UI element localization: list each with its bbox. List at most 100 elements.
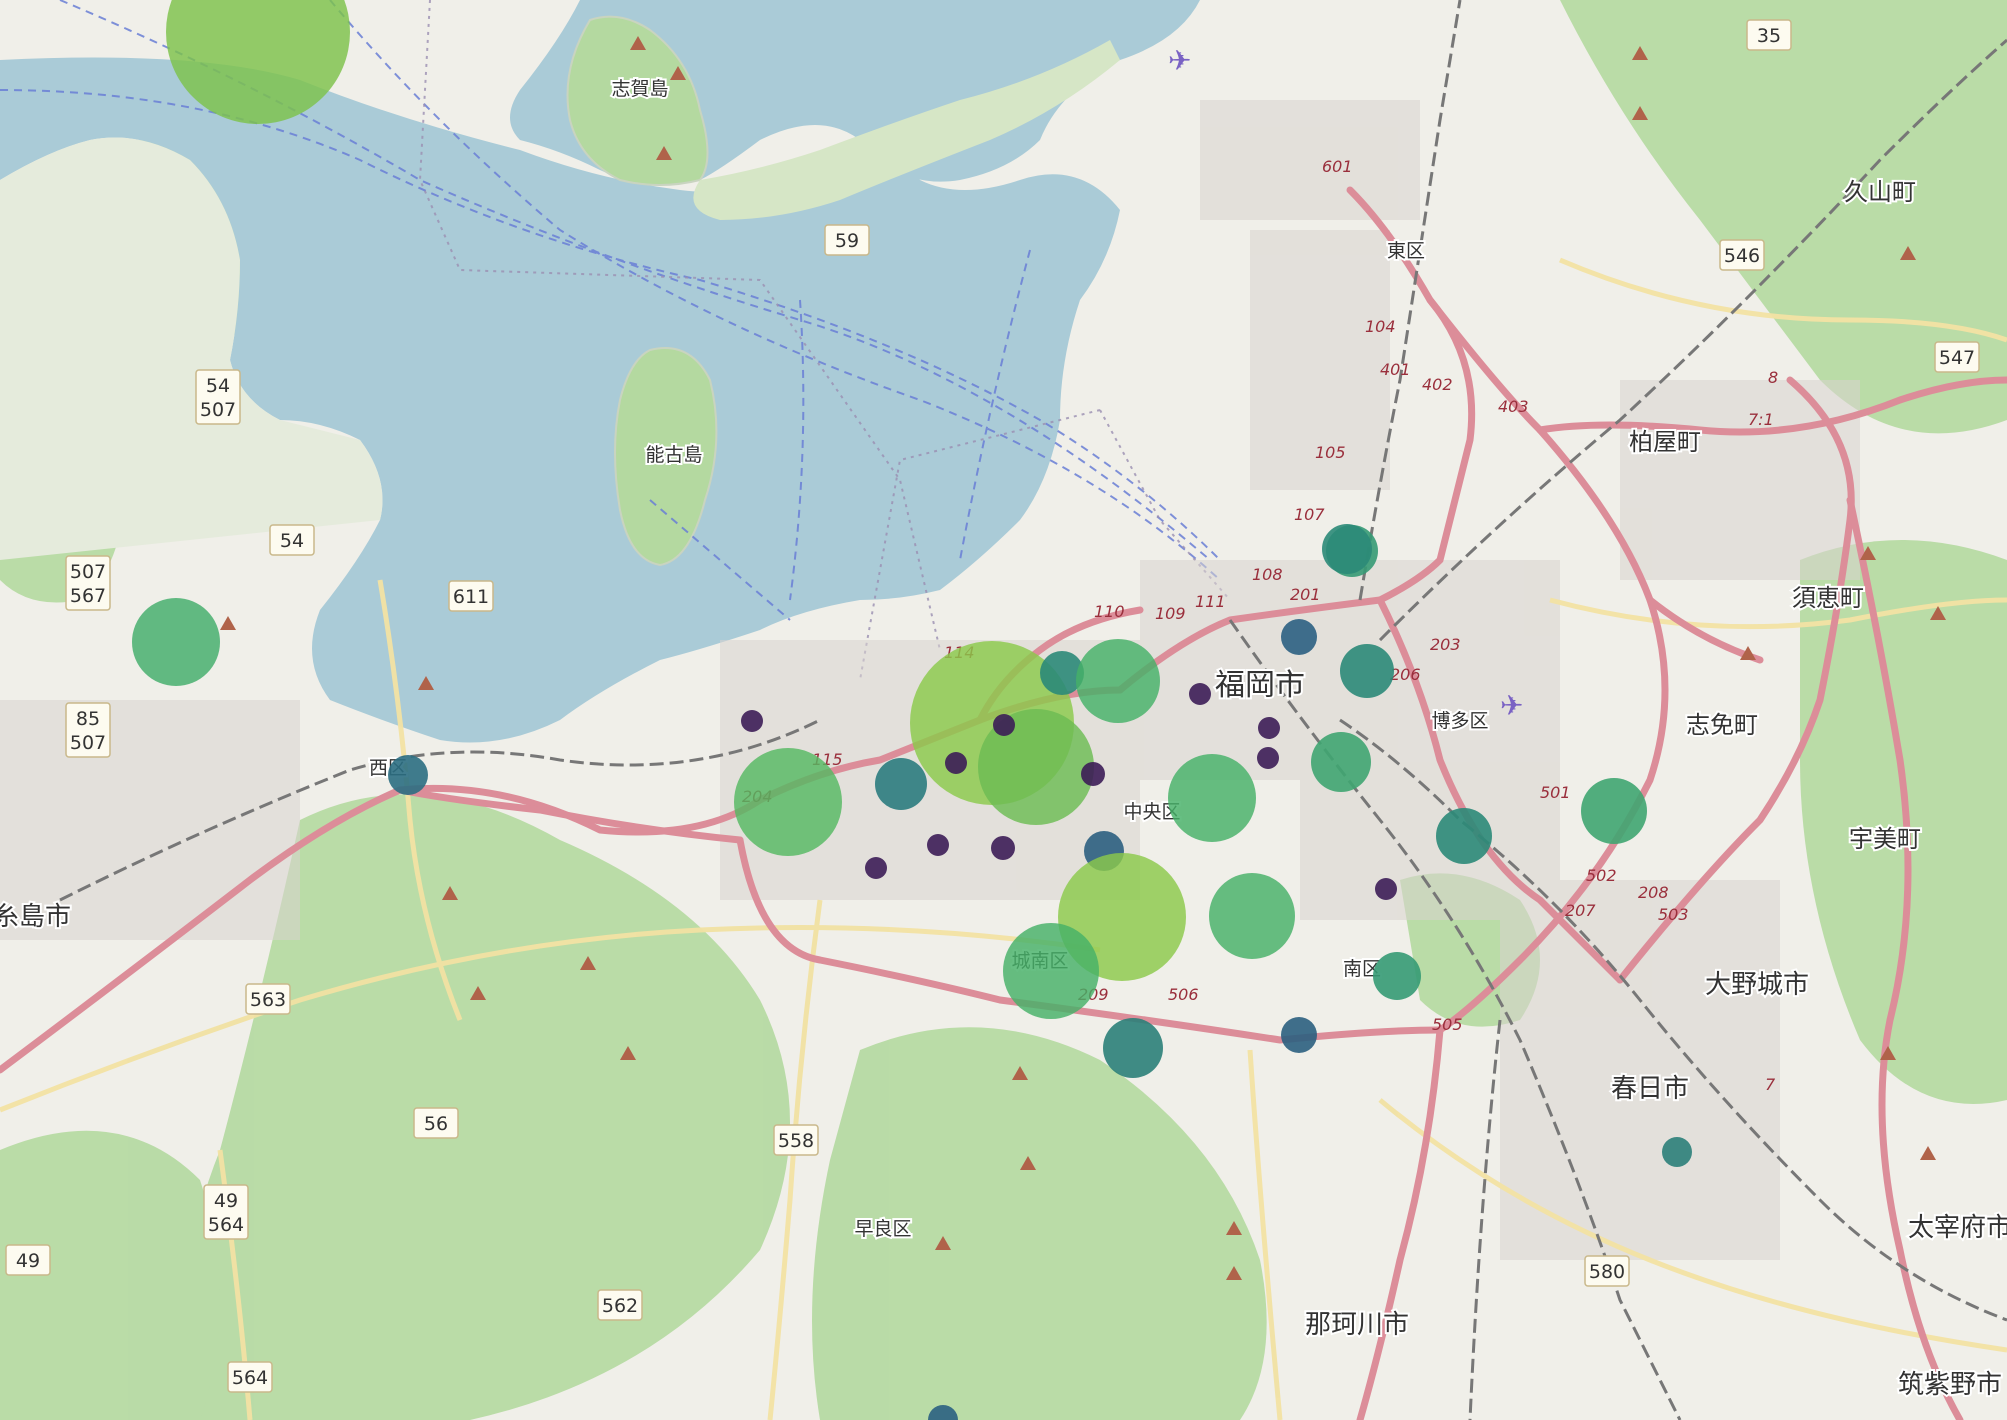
road-shield-number: 56 [424,1113,448,1135]
data-bubble[interactable] [993,714,1015,736]
road-shield: 49564 [203,1184,249,1240]
route-number: 107 [1294,505,1325,524]
road-shield: 580 [1584,1255,1630,1287]
route-number: 506 [1168,985,1199,1004]
data-bubble[interactable] [875,758,927,810]
route-number: 401 [1380,360,1411,379]
place-label-city: 大野城市 [1705,970,1809,1000]
data-bubble[interactable] [1189,683,1211,705]
route-number: 105 [1315,443,1346,462]
data-bubble[interactable] [1281,619,1317,655]
map-canvas[interactable]: ✈ ✈ 35546547595450754507567 6118550756356… [0,0,2007,1420]
data-bubble[interactable] [1003,923,1099,1019]
data-bubble[interactable] [1076,639,1160,723]
data-bubble[interactable] [1257,747,1279,769]
route-number: 201 [1290,585,1321,604]
route-number: 108 [1252,565,1283,584]
data-bubble[interactable] [1322,524,1372,574]
place-label-city: 太宰府市 [1908,1213,2007,1243]
place-label-ward: 早良区 [854,1218,911,1240]
data-bubble[interactable] [1436,808,1492,864]
route-number: 206 [1390,665,1421,684]
data-bubble[interactable] [1375,878,1397,900]
data-bubble[interactable] [927,834,949,856]
road-shield: 546 [1719,239,1765,271]
route-number: 7 [1765,1075,1776,1094]
place-label-city: 春日市 [1611,1074,1689,1104]
road-shield: 562 [597,1289,643,1321]
route-number: 505 [1432,1015,1463,1034]
road-shield-number: 54 [280,530,304,552]
route-number: 402 [1422,375,1453,394]
data-bubble[interactable] [1258,717,1280,739]
place-label-island: 能古島 [645,444,702,466]
route-number: 403 [1498,397,1529,416]
data-bubble[interactable] [1209,873,1295,959]
place-label-city: 筑紫野市 [1898,1370,2002,1400]
road-shield-number: 611 [453,586,489,608]
road-shield-number: 49 [16,1250,40,1272]
road-shield-number: 546 [1724,245,1760,267]
route-number: 203 [1430,635,1461,654]
data-bubble[interactable] [945,752,967,774]
road-shield-number: 567 [70,585,106,607]
route-number: 8 [1768,368,1778,387]
data-bubble[interactable] [132,598,220,686]
route-number: 503 [1658,905,1689,924]
road-shield: 564 [227,1361,273,1393]
place-label-ward: 博多区 [1431,710,1488,732]
road-shield: 563 [245,983,291,1015]
data-bubble[interactable] [1103,1018,1163,1078]
data-bubble[interactable] [734,748,842,856]
place-label-city: 那珂川市 [1305,1310,1409,1340]
route-number: 207 [1565,901,1596,920]
road-shield: 507567 [65,555,111,611]
road-shield-number: 580 [1589,1261,1625,1283]
road-shield-number: 507 [70,732,106,754]
road-shield: 558 [773,1124,819,1156]
road-shield-number: 49 [214,1190,238,1212]
place-label-town: 宇美町 [1849,825,1921,853]
place-label-city: 福岡市 [1215,668,1305,703]
route-number: 111 [1195,592,1226,611]
road-shield: 59 [824,224,870,256]
airport-icon: ✈ [1500,689,1523,722]
road-shield: 85507 [65,702,111,758]
data-bubble[interactable] [1081,762,1105,786]
data-bubble[interactable] [1581,778,1647,844]
data-bubble[interactable] [741,710,763,732]
road-shield-number: 547 [1939,347,1975,369]
road-shield-number: 558 [778,1130,814,1152]
road-shield: 611 [448,580,494,612]
road-shield-number: 59 [835,230,859,252]
road-shield: 547 [1934,341,1980,373]
route-number: 208 [1638,883,1669,902]
data-bubble[interactable] [1281,1017,1317,1053]
road-shield-number: 564 [208,1214,244,1236]
data-bubble[interactable] [1340,644,1394,698]
data-bubble[interactable] [865,857,887,879]
route-number: 104 [1365,317,1396,336]
route-number: 110 [1094,602,1125,621]
data-bubble[interactable] [388,755,428,795]
place-label-island: 志賀島 [611,78,668,100]
road-shield: 35 [1746,19,1792,51]
road-shield-number: 562 [602,1295,638,1317]
road-shield: 49 [5,1244,51,1276]
road-shield-number: 507 [200,399,236,421]
road-shield: 54 [269,524,315,556]
road-shield-number: 35 [1757,25,1781,47]
place-label-town: 須恵町 [1792,584,1864,612]
data-bubble[interactable] [1168,754,1256,842]
data-bubble[interactable] [991,836,1015,860]
airport-icon: ✈ [1168,44,1191,77]
road-shield: 54507 [195,369,241,425]
data-bubble[interactable] [1311,732,1371,792]
road-shield-number: 85 [76,708,100,730]
road-shield-number: 54 [206,375,230,397]
data-bubble[interactable] [1373,952,1421,1000]
road-shield-number: 507 [70,561,106,583]
place-label-town: 志免町 [1686,711,1758,739]
route-number: 109 [1155,604,1186,623]
data-bubble[interactable] [1662,1137,1692,1167]
